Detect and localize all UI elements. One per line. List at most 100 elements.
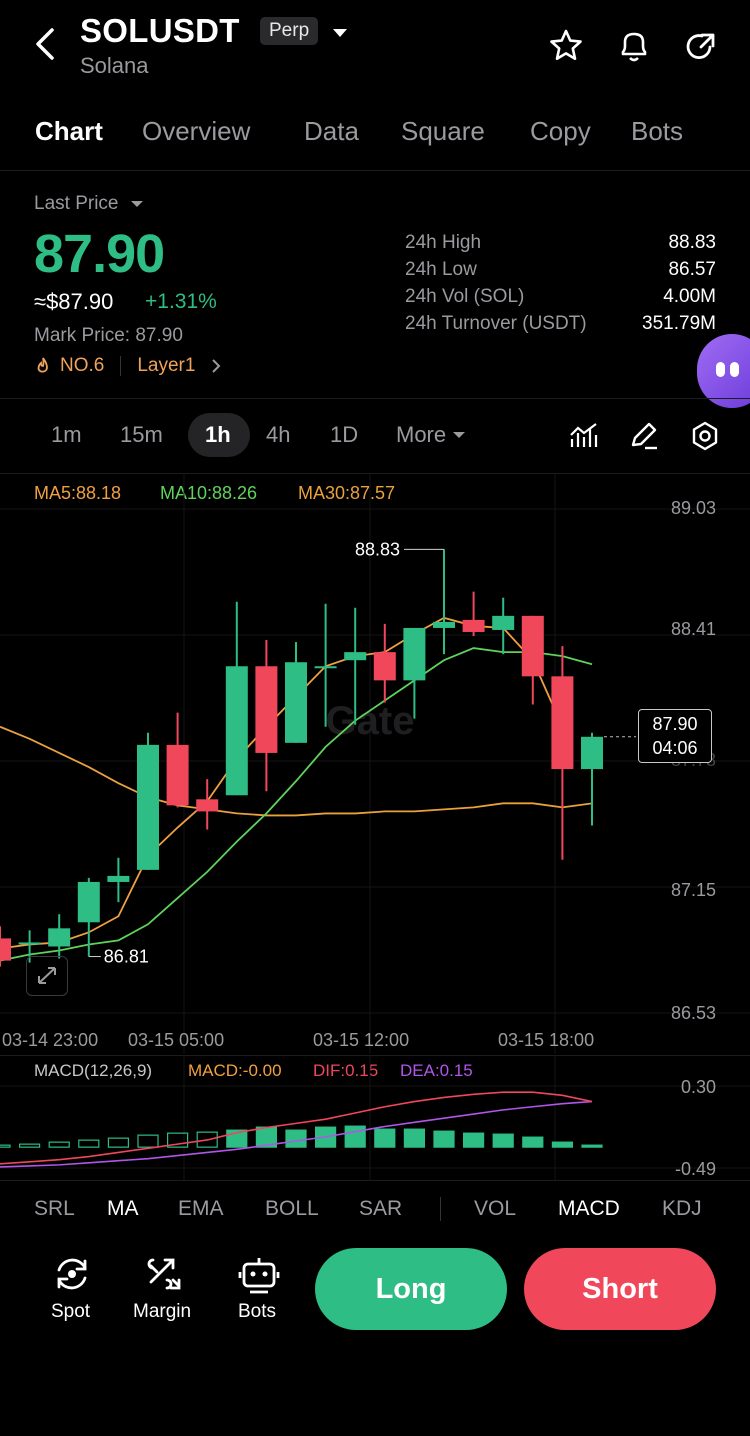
candle-body xyxy=(403,627,426,681)
y-tick: 88.41 xyxy=(670,619,716,639)
tab-overview[interactable]: Overview xyxy=(142,116,250,147)
spot-label: Spot xyxy=(51,1301,91,1322)
candle-body xyxy=(255,666,278,753)
price-chart[interactable]: Gate 88.83 86.81 xyxy=(0,474,750,1054)
macd-chart[interactable] xyxy=(0,1056,750,1180)
macd-y-tick-top: 0.30 xyxy=(680,1077,716,1097)
y-tick: 86.53 xyxy=(670,1003,716,1023)
candle-body xyxy=(433,621,455,628)
dif-line xyxy=(0,1091,593,1165)
tab-chart[interactable]: Chart xyxy=(35,116,103,147)
candle-body xyxy=(0,938,11,961)
indicator-ema[interactable]: EMA xyxy=(178,1197,224,1221)
expand-chart-button[interactable] xyxy=(26,956,68,996)
draw-pencil-icon[interactable] xyxy=(628,421,660,456)
assistant-bubble[interactable] xyxy=(697,334,750,408)
rank-divider xyxy=(120,356,122,376)
chart-settings-icon[interactable] xyxy=(689,420,721,457)
candle xyxy=(77,877,100,957)
high-marker-label: 88.83 xyxy=(355,539,400,559)
margin-icon xyxy=(147,1258,181,1290)
favorite-star-icon[interactable] xyxy=(546,26,586,66)
tab-square[interactable]: Square xyxy=(401,116,485,147)
x-tick: 03-14 23:00 xyxy=(2,1030,99,1050)
timeframe-1h[interactable]: 1h xyxy=(205,422,231,448)
candle-body xyxy=(492,615,515,630)
candle xyxy=(166,712,189,808)
margin-label: Margin xyxy=(133,1301,192,1322)
symbol-subtitle: Solana xyxy=(80,53,149,78)
bell-icon[interactable] xyxy=(614,26,654,66)
spot-icon xyxy=(57,1258,87,1290)
candle xyxy=(225,601,248,796)
candle-body xyxy=(285,662,307,743)
flame-icon xyxy=(37,357,48,373)
candle-body xyxy=(48,928,71,947)
candle-body xyxy=(551,676,574,770)
stat-label-volume: 24h Vol (SOL) xyxy=(405,286,525,307)
long-button[interactable]: Long xyxy=(315,1248,507,1330)
tab-copy[interactable]: Copy xyxy=(530,116,591,147)
indicator-boll[interactable]: BOLL xyxy=(265,1197,319,1221)
candle-body xyxy=(18,942,41,945)
macd-histogram-bar xyxy=(0,1144,11,1148)
rank-tag[interactable]: NO.6 Layer1 xyxy=(34,355,223,377)
candle-body xyxy=(225,666,248,796)
current-price: 87.90 xyxy=(652,714,698,734)
timeframe-4h[interactable]: 4h xyxy=(266,422,290,448)
candle xyxy=(521,615,544,705)
macd-histogram-bar xyxy=(403,1128,425,1148)
indicator-macd[interactable]: MACD xyxy=(558,1197,620,1221)
low-marker-label: 86.81 xyxy=(104,947,149,967)
candle-body xyxy=(137,744,159,870)
candle xyxy=(492,597,515,655)
stat-value-low: 86.57 xyxy=(668,259,716,280)
indicator-tabs-divider xyxy=(0,1180,750,1181)
bots-button[interactable] xyxy=(237,1252,281,1301)
last-price-selector[interactable]: Last Price xyxy=(34,193,144,215)
timeframe-1d[interactable]: 1D xyxy=(330,422,358,448)
chevron-left-icon xyxy=(36,28,54,60)
chevron-right-icon xyxy=(212,359,221,373)
macd-histogram-bar xyxy=(137,1134,159,1148)
tab-bots[interactable]: Bots xyxy=(631,116,683,147)
macd-histogram-bar xyxy=(285,1129,307,1148)
indicator-srl[interactable]: SRL xyxy=(34,1197,75,1221)
candle xyxy=(196,779,219,830)
short-button[interactable]: Short xyxy=(524,1248,716,1330)
last-price-value: 87.90 xyxy=(34,224,165,284)
share-icon[interactable] xyxy=(680,26,720,66)
timeframe-15m[interactable]: 15m xyxy=(120,422,163,448)
candle xyxy=(255,640,278,792)
candle xyxy=(581,732,603,826)
mark-price: Mark Price: 87.90 xyxy=(34,325,183,346)
stat-value-turnover: 351.79M xyxy=(642,313,716,334)
symbol-dropdown-icon[interactable] xyxy=(330,26,350,40)
y-tick: 87.15 xyxy=(670,880,716,900)
spot-button[interactable] xyxy=(50,1252,94,1301)
tabs-divider xyxy=(0,170,750,171)
stat-label-turnover: 24h Turnover (USDT) xyxy=(405,313,587,334)
tab-data[interactable]: Data xyxy=(304,116,359,147)
stat-value-volume: 4.00M xyxy=(663,286,716,307)
section-divider xyxy=(0,398,750,399)
timeframe-1m[interactable]: 1m xyxy=(51,422,82,448)
indicators-icon[interactable] xyxy=(568,421,600,456)
candle-body xyxy=(196,799,219,812)
indicator-vol[interactable]: VOL xyxy=(474,1197,516,1221)
back-button[interactable] xyxy=(28,26,64,62)
symbol-title[interactable]: SOLUSDT xyxy=(80,12,240,50)
macd-y-tick-bottom: -0.49 xyxy=(674,1159,716,1179)
timeframe-more[interactable]: More xyxy=(396,422,466,448)
indicator-kdj[interactable]: KDJ xyxy=(662,1197,702,1221)
candle-body xyxy=(581,736,603,770)
bots-label: Bots xyxy=(238,1301,277,1322)
indicator-sar[interactable]: SAR xyxy=(359,1197,402,1221)
indicator-ma[interactable]: MA xyxy=(107,1197,139,1221)
macd-histogram-bar xyxy=(19,1143,41,1148)
rank-label: NO.6 xyxy=(60,355,105,376)
macd-histogram-bar xyxy=(344,1125,366,1148)
stat-label-high: 24h High xyxy=(405,232,482,253)
margin-button[interactable] xyxy=(143,1252,187,1301)
stat-value-high: 88.83 xyxy=(668,232,716,253)
